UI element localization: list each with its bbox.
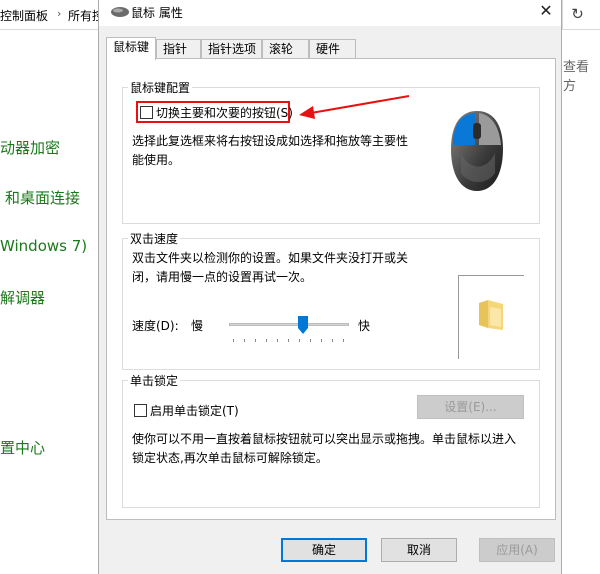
breadcrumb-separator: › [57,7,62,20]
tab-hardware[interactable]: 硬件 [309,39,356,59]
tab-wheel[interactable]: 滚轮 [262,39,309,59]
link-windows7[interactable]: Windows 7) [0,237,87,255]
group-title-double-click: 双击速度 [128,230,181,247]
slider-tick [277,339,278,342]
slider-tick [288,339,289,342]
view-by-label[interactable]: 查看方 [563,56,600,94]
cancel-button[interactable]: 取消 [381,538,457,562]
switch-buttons-label[interactable]: 切换主要和次要的按钮(S) [156,104,293,121]
red-arrow-annotation [299,95,410,119]
slider-tick [244,339,245,342]
tab-pointers[interactable]: 指针 [156,39,201,59]
speed-slider-track[interactable] [229,323,349,326]
link-drive-encryption[interactable]: 动器加密 [0,137,60,158]
switch-buttons-checkbox[interactable] [140,106,153,119]
close-button[interactable]: ✕ [531,0,561,24]
apply-button[interactable]: 应用(A) [479,538,555,562]
group-title-click-lock: 单击锁定 [128,372,181,389]
speed-label: 速度(D): [132,319,179,333]
ok-button[interactable]: 确定 [281,538,367,562]
mouse-illustration-icon [451,111,503,191]
link-modem[interactable]: 解调器 [0,287,45,308]
click-lock-description: 使你可以不用一直按着鼠标按钮就可以突出显示或拖拽。单击鼠标以进入锁定状态,再次单… [132,432,517,465]
slider-tick [332,339,333,342]
group-title-button-config: 鼠标键配置 [128,79,193,96]
link-remote-desktop[interactable]: 和桌面连接 [5,187,80,208]
tab-pointer-options[interactable]: 指针选项 [201,39,262,59]
mouse-properties-dialog: 鼠标 属性 ✕ 鼠标键 指针 指针选项 滚轮 硬件 鼠标键配置 切换主要和次要的… [98,0,562,574]
speed-slider-thumb[interactable] [298,316,308,334]
slider-tick [343,339,344,342]
tab-panel-buttons: 鼠标键配置 切换主要和次要的按钮(S) 选择此复选框来将右按钮设成如选择和拖放等… [106,58,556,520]
breadcrumb-control-panel[interactable]: 控制面板 [0,7,48,24]
slider-tick [321,339,322,342]
click-lock-checkbox[interactable] [134,404,147,417]
folder-icon[interactable] [476,297,506,331]
slider-tick [266,339,267,342]
dialog-titlebar[interactable]: 鼠标 属性 ✕ [99,0,561,26]
refresh-icon[interactable]: ↻ [562,0,592,30]
mouse-icon [111,7,129,17]
click-lock-label[interactable]: 启用单击锁定(T) [150,402,239,419]
slider-tick [233,339,234,342]
fast-label: 快 [358,319,371,333]
double-click-description: 双击文件夹以检测你的设置。如果文件夹没打开或关闭，请用慢一点的设置再试一次。 [132,251,409,284]
switch-buttons-description: 选择此复选框来将右按钮设成如选择和拖放等主要性能使用。 [132,134,409,167]
tab-buttons[interactable]: 鼠标键 [106,37,156,60]
click-lock-settings-button[interactable]: 设置(E)... [417,395,524,419]
dialog-title: 鼠标 属性 [131,6,183,20]
slider-tick [310,339,311,342]
slider-tick [299,339,300,342]
slider-tick [255,339,256,342]
slow-label: 慢 [191,319,204,333]
link-center[interactable]: 置中心 [0,437,45,458]
